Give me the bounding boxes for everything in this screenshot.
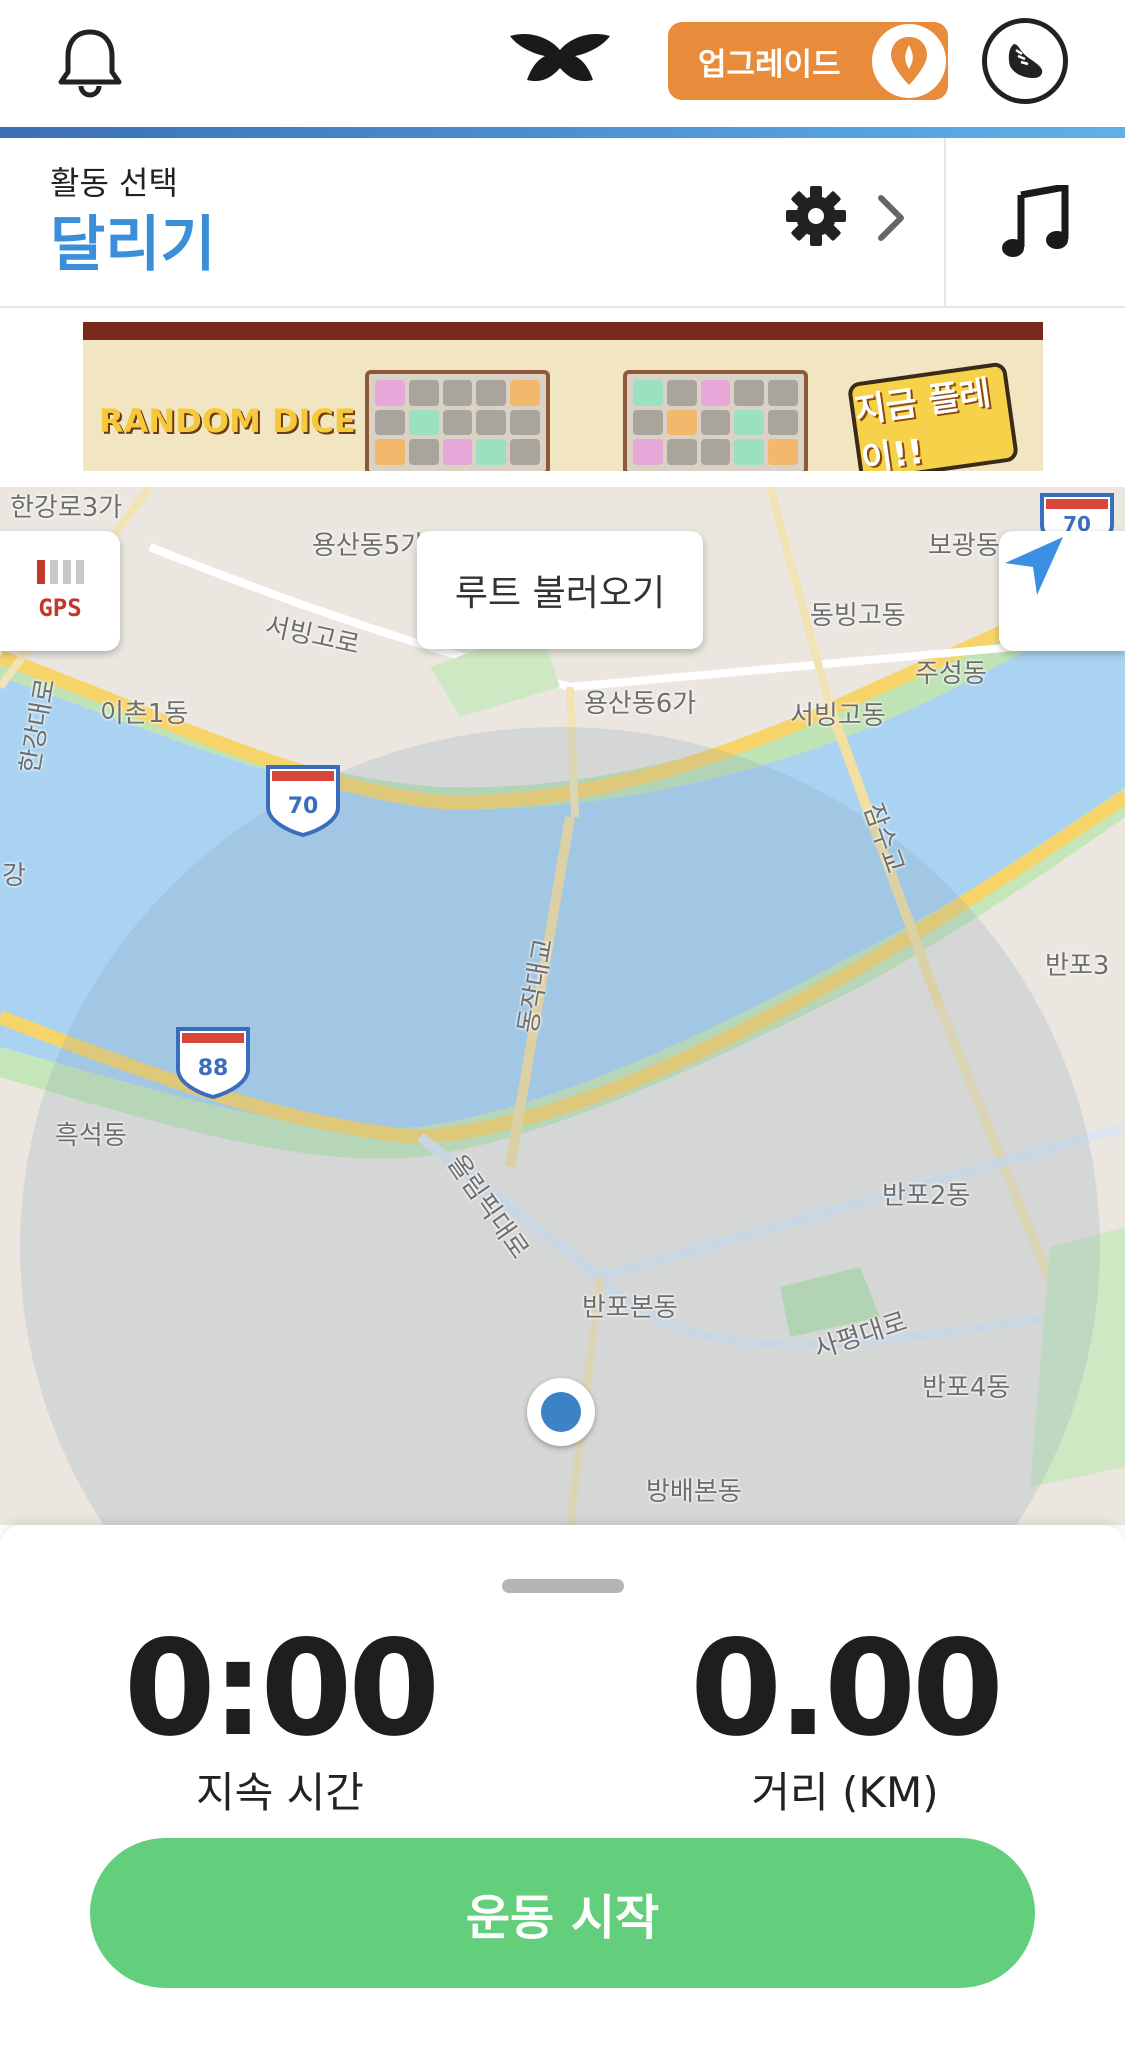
map-label: 반포3 <box>1045 951 1110 981</box>
ad-cta: 지금 플레이!! <box>846 361 1020 471</box>
map-label: 반포본동 <box>582 1293 678 1323</box>
upgrade-label: 업그레이드 <box>698 46 841 83</box>
duration-stat: 0:00 지속 시간 <box>55 1620 505 1820</box>
ad-banner[interactable]: RANDOM DICE 지금 플레이!! <box>83 322 1043 471</box>
activity-row: 활동 선택 달리기 <box>0 138 1125 308</box>
shoe-profile-button[interactable] <box>982 18 1068 104</box>
music-note-icon <box>1001 185 1068 257</box>
svg-text:88: 88 <box>198 1056 229 1081</box>
under-armour-logo <box>505 28 615 98</box>
app-screen: 업그레이드 활동 선택 달리기 RANDOM DICE 지금 플레이!! 70 … <box>0 0 1125 2050</box>
gear-icon[interactable] <box>783 183 849 249</box>
top-bar: 업그레이드 <box>0 0 1125 127</box>
map-view[interactable]: 70 88 70 한강로3가 용산동5가 보광동 서빙고로 동빙고동 주성동 이… <box>0 487 1125 1525</box>
ad-dice-board <box>623 370 808 471</box>
distance-value: 0.00 <box>690 1612 1004 1766</box>
load-route-button[interactable]: 루트 불러오기 <box>417 531 703 649</box>
map-label: 보광동 <box>928 531 1000 561</box>
map-label: 흑석동 <box>55 1121 127 1151</box>
distance-stat: 0.00 거리 (KM) <box>620 1620 1070 1820</box>
activity-selector[interactable]: 활동 선택 달리기 <box>0 138 944 308</box>
map-label: 이촌1동 <box>100 699 189 729</box>
navigation-arrow-icon <box>1005 537 1063 595</box>
music-button[interactable] <box>946 138 1125 308</box>
map-label: 방배본동 <box>646 1477 742 1507</box>
map-label: 반포4동 <box>922 1373 1011 1403</box>
start-workout-button[interactable]: 운동 시작 <box>90 1838 1035 1988</box>
route-shield: 70 <box>266 765 340 838</box>
duration-label: 지속 시간 <box>196 1767 364 1817</box>
location-pin-icon <box>872 24 946 98</box>
map-label: 동빙고동 <box>810 601 906 631</box>
svg-text:70: 70 <box>288 794 319 819</box>
drag-handle[interactable] <box>502 1579 624 1593</box>
ad-logo-text: RANDOM DICE <box>99 402 356 440</box>
ad-dice-board <box>365 370 550 471</box>
gps-status-button[interactable]: GPS <box>0 531 120 651</box>
header-accent-bar <box>0 127 1125 138</box>
upgrade-button[interactable]: 업그레이드 <box>668 22 948 100</box>
chevron-right-icon <box>873 190 909 246</box>
map-label: 반포2동 <box>882 1181 971 1211</box>
duration-value: 0:00 <box>123 1612 440 1766</box>
notification-bell-icon[interactable] <box>50 22 130 102</box>
workout-panel: 0:00 지속 시간 0.00 거리 (KM) 운동 시작 <box>0 1525 1125 2050</box>
distance-label: 거리 (KM) <box>751 1767 939 1817</box>
activity-value: 달리기 <box>50 210 216 280</box>
map-label: 강 <box>2 861 26 891</box>
map-label: 서빙고동 <box>790 701 886 731</box>
shoe-icon <box>1008 44 1043 78</box>
gps-signal-icon <box>36 560 84 584</box>
map-label: 용산동5가 <box>312 531 425 561</box>
map-label: 한강로3가 <box>10 493 123 523</box>
current-location-marker <box>527 1378 595 1446</box>
map-label: 주성동 <box>915 659 987 689</box>
gps-label: GPS <box>38 594 82 622</box>
my-location-button[interactable] <box>999 531 1125 651</box>
route-shield: 88 <box>176 1027 250 1100</box>
map-label: 용산동6가 <box>584 689 697 719</box>
